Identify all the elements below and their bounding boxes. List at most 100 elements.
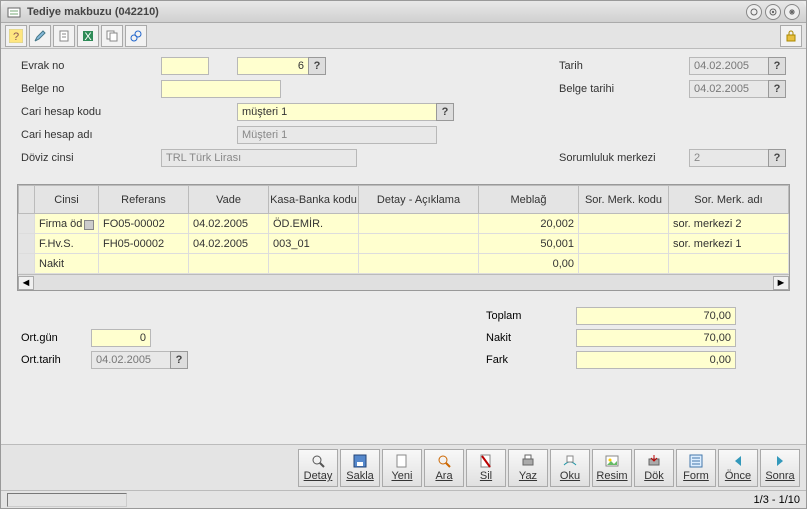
form-area: Evrak no ? Tarih ? Belge no Belge tarihi…	[1, 49, 806, 176]
evrak-seri-input[interactable]	[161, 57, 209, 75]
cell-meblag[interactable]: 20,002	[479, 214, 579, 234]
image-icon	[604, 453, 620, 469]
cell-cinsi[interactable]: F.Hv.S.	[35, 234, 99, 254]
help-button[interactable]: ?	[5, 25, 27, 47]
cell-smk[interactable]	[579, 254, 669, 274]
actionbar: Detay Sakla Yeni Ara Sil Yaz Oku Resim D…	[1, 444, 806, 490]
col-sma[interactable]: Sor. Merk. adı	[669, 186, 789, 214]
dok-button[interactable]: Dök	[634, 449, 674, 487]
prev-icon	[730, 453, 746, 469]
col-referans[interactable]: Referans	[99, 186, 189, 214]
sil-button[interactable]: Sil	[466, 449, 506, 487]
cell-meblag[interactable]: 50,001	[479, 234, 579, 254]
tool-copy-button[interactable]	[101, 25, 123, 47]
col-kasa-banka[interactable]: Kasa-Banka kodu	[269, 186, 359, 214]
window: Tediye makbuzu (042210) ? X Evrak no ? T…	[0, 0, 807, 509]
belge-no-input[interactable]	[161, 80, 281, 98]
tarih-input[interactable]	[689, 57, 769, 75]
belge-tarihi-lookup-button[interactable]: ?	[768, 80, 786, 98]
status-pager: 1/3 - 1/10	[754, 494, 800, 506]
form-button[interactable]: Form	[676, 449, 716, 487]
delete-icon	[478, 453, 494, 469]
ort-tarih-lookup-button[interactable]: ?	[170, 351, 188, 369]
label-nakit: Nakit	[486, 332, 576, 344]
evrak-sira-input[interactable]	[237, 57, 309, 75]
magnify-icon	[310, 453, 326, 469]
cell-sma[interactable]: sor. merkezi 1	[669, 234, 789, 254]
ara-button[interactable]: Ara	[424, 449, 464, 487]
minimize-button[interactable]	[746, 4, 762, 20]
cell-smk[interactable]	[579, 234, 669, 254]
yaz-button[interactable]: Yaz	[508, 449, 548, 487]
col-vade[interactable]: Vade	[189, 186, 269, 214]
chevron-down-icon[interactable]	[84, 220, 94, 230]
resim-button[interactable]: Resim	[592, 449, 632, 487]
cell-detay[interactable]	[359, 234, 479, 254]
cell-referans[interactable]: FH05-00002	[99, 234, 189, 254]
label-evrak-no: Evrak no	[21, 60, 161, 72]
table-row[interactable]: Firma öd FO05-00002 04.02.2005 ÖD.EMİR. …	[19, 214, 789, 234]
close-button[interactable]	[784, 4, 800, 20]
cell-sma[interactable]: sor. merkezi 2	[669, 214, 789, 234]
cell-referans[interactable]	[99, 254, 189, 274]
tool-link-button[interactable]	[125, 25, 147, 47]
cell-vade[interactable]: 04.02.2005	[189, 214, 269, 234]
toplam-output	[576, 307, 736, 325]
cari-hesap-adi-input	[237, 126, 437, 144]
titlebar: Tediye makbuzu (042210)	[1, 1, 806, 23]
toolbar: ? X	[1, 23, 806, 49]
cell-vade[interactable]: 04.02.2005	[189, 234, 269, 254]
label-fark: Fark	[486, 354, 576, 366]
search-icon	[436, 453, 452, 469]
cell-referans[interactable]: FO05-00002	[99, 214, 189, 234]
evrak-lookup-button[interactable]: ?	[308, 57, 326, 75]
cari-hesap-kodu-input[interactable]	[237, 103, 437, 121]
ort-gun-input	[91, 329, 151, 347]
tool-doc-button[interactable]	[53, 25, 75, 47]
sonra-button[interactable]: Sonra	[760, 449, 800, 487]
fark-output	[576, 351, 736, 369]
cell-kasa[interactable]: ÖD.EMİR.	[269, 214, 359, 234]
cell-meblag[interactable]: 0,00	[479, 254, 579, 274]
sorumluluk-lookup-button[interactable]: ?	[768, 149, 786, 167]
cell-kasa[interactable]: 003_01	[269, 234, 359, 254]
cell-kasa[interactable]	[269, 254, 359, 274]
cell-sma[interactable]	[669, 254, 789, 274]
table-row[interactable]: Nakit 0,00	[19, 254, 789, 274]
ort-tarih-input[interactable]	[91, 351, 171, 369]
lock-icon[interactable]	[780, 25, 802, 47]
belge-tarihi-input[interactable]	[689, 80, 769, 98]
cell-detay[interactable]	[359, 214, 479, 234]
col-smk[interactable]: Sor. Merk. kodu	[579, 186, 669, 214]
tool-excel-button[interactable]: X	[77, 25, 99, 47]
cari-kodu-lookup-button[interactable]: ?	[436, 103, 454, 121]
nakit-output	[576, 329, 736, 347]
svg-text:X: X	[84, 31, 92, 43]
table-row[interactable]: F.Hv.S. FH05-00002 04.02.2005 003_01 50,…	[19, 234, 789, 254]
scroll-left-icon[interactable]: ◄	[18, 276, 34, 290]
sakla-button[interactable]: Sakla	[340, 449, 380, 487]
detay-button[interactable]: Detay	[298, 449, 338, 487]
cell-smk[interactable]	[579, 214, 669, 234]
scroll-right-icon[interactable]: ►	[773, 276, 789, 290]
label-ort-tarih: Ort.tarih	[21, 354, 91, 366]
grid-scrollbar[interactable]: ◄ ►	[18, 274, 789, 290]
label-tarih: Tarih	[559, 60, 689, 72]
export-icon	[646, 453, 662, 469]
print-icon	[520, 453, 536, 469]
maximize-button[interactable]	[765, 4, 781, 20]
col-meblag[interactable]: Meblağ	[479, 186, 579, 214]
col-detay[interactable]: Detay - Açıklama	[359, 186, 479, 214]
sorumluluk-merkezi-input[interactable]	[689, 149, 769, 167]
col-cinsi[interactable]: Cinsi	[35, 186, 99, 214]
cell-detay[interactable]	[359, 254, 479, 274]
statusbar: 1/3 - 1/10	[1, 490, 806, 508]
oku-button[interactable]: Oku	[550, 449, 590, 487]
tool-edit-button[interactable]	[29, 25, 51, 47]
cell-cinsi[interactable]: Nakit	[35, 254, 99, 274]
tarih-lookup-button[interactable]: ?	[768, 57, 786, 75]
cell-vade[interactable]	[189, 254, 269, 274]
cell-cinsi[interactable]: Firma öd	[39, 218, 82, 230]
once-button[interactable]: Önce	[718, 449, 758, 487]
yeni-button[interactable]: Yeni	[382, 449, 422, 487]
